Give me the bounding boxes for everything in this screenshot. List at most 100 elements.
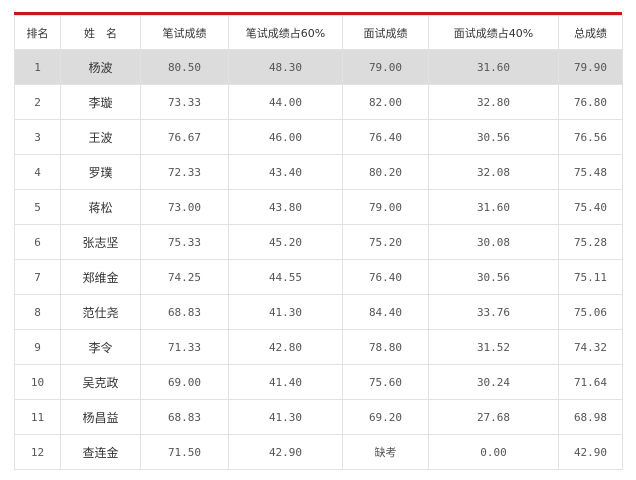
written-60-cell: 48.30 (228, 49, 343, 85)
total-score-cell: 75.48 (558, 154, 623, 190)
written-60-cell: 44.00 (228, 84, 343, 120)
header-interview-40: 面试成绩占40% (428, 15, 559, 50)
interview-40-cell: 30.08 (428, 224, 559, 260)
table-header: 排名 姓 名 笔试成绩 笔试成绩占60% 面试成绩 面试成绩占40% 总成绩 (14, 15, 623, 50)
header-written-score: 笔试成绩 (140, 15, 229, 50)
total-score-cell: 75.11 (558, 259, 623, 295)
written-60-cell: 46.00 (228, 119, 343, 155)
interview-score-cell: 76.40 (342, 259, 429, 295)
interview-score-cell: 缺考 (342, 434, 429, 470)
table-row: 4 罗璞 72.33 43.40 80.20 32.08 75.48 (14, 154, 623, 190)
name-cell: 罗璞 (60, 154, 141, 190)
interview-40-cell: 32.08 (428, 154, 559, 190)
name-cell: 王波 (60, 119, 141, 155)
interview-score-cell: 79.00 (342, 189, 429, 225)
interview-40-cell: 33.76 (428, 294, 559, 330)
interview-40-cell: 31.52 (428, 329, 559, 365)
table-row: 3 王波 76.67 46.00 76.40 30.56 76.56 (14, 119, 623, 155)
written-score-cell: 72.33 (140, 154, 229, 190)
written-60-cell: 42.80 (228, 329, 343, 365)
written-score-cell: 69.00 (140, 364, 229, 400)
interview-40-cell: 31.60 (428, 189, 559, 225)
written-score-cell: 68.83 (140, 399, 229, 435)
name-cell: 查连金 (60, 434, 141, 470)
name-cell: 蒋松 (60, 189, 141, 225)
table-row: 1 杨波 80.50 48.30 79.00 31.60 79.90 (14, 49, 623, 85)
interview-score-cell: 69.20 (342, 399, 429, 435)
interview-score-cell: 75.60 (342, 364, 429, 400)
table-row: 9 李令 71.33 42.80 78.80 31.52 74.32 (14, 329, 623, 365)
written-60-cell: 42.90 (228, 434, 343, 470)
interview-score-cell: 78.80 (342, 329, 429, 365)
written-60-cell: 41.40 (228, 364, 343, 400)
name-cell: 范仕尧 (60, 294, 141, 330)
header-written-60: 笔试成绩占60% (228, 15, 343, 50)
total-score-cell: 71.64 (558, 364, 623, 400)
written-score-cell: 68.83 (140, 294, 229, 330)
rank-cell: 1 (14, 49, 61, 85)
total-score-cell: 79.90 (558, 49, 623, 85)
table-row: 8 范仕尧 68.83 41.30 84.40 33.76 75.06 (14, 294, 623, 330)
header-name: 姓 名 (60, 15, 141, 50)
name-cell: 杨昌益 (60, 399, 141, 435)
written-60-cell: 41.30 (228, 294, 343, 330)
interview-40-cell: 31.60 (428, 49, 559, 85)
rank-cell: 2 (14, 84, 61, 120)
written-score-cell: 76.67 (140, 119, 229, 155)
interview-40-cell: 27.68 (428, 399, 559, 435)
table-row: 6 张志坚 75.33 45.20 75.20 30.08 75.28 (14, 224, 623, 260)
rank-cell: 6 (14, 224, 61, 260)
name-cell: 李璇 (60, 84, 141, 120)
table-body: 1 杨波 80.50 48.30 79.00 31.60 79.90 2 李璇 73.33 44.0… (14, 49, 623, 470)
results-table: 排名 姓 名 笔试成绩 笔试成绩占60% 面试成绩 面试成绩占40% 总成绩 1… (14, 15, 623, 470)
table-row: 11 杨昌益 68.83 41.30 69.20 27.68 68.98 (14, 399, 623, 435)
rank-cell: 8 (14, 294, 61, 330)
interview-score-cell: 76.40 (342, 119, 429, 155)
interview-40-cell: 30.56 (428, 259, 559, 295)
written-score-cell: 74.25 (140, 259, 229, 295)
interview-40-cell: 30.56 (428, 119, 559, 155)
interview-score-cell: 82.00 (342, 84, 429, 120)
results-table-container: 排名 姓 名 笔试成绩 笔试成绩占60% 面试成绩 面试成绩占40% 总成绩 1… (14, 12, 623, 470)
interview-score-cell: 75.20 (342, 224, 429, 260)
total-score-cell: 68.98 (558, 399, 623, 435)
total-score-cell: 75.40 (558, 189, 623, 225)
rank-cell: 4 (14, 154, 61, 190)
name-cell: 李令 (60, 329, 141, 365)
header-rank: 排名 (14, 15, 61, 50)
written-60-cell: 45.20 (228, 224, 343, 260)
rank-cell: 5 (14, 189, 61, 225)
table-row: 12 查连金 71.50 42.90 缺考 0.00 42.90 (14, 434, 623, 470)
interview-score-cell: 79.00 (342, 49, 429, 85)
written-score-cell: 71.50 (140, 434, 229, 470)
rank-cell: 9 (14, 329, 61, 365)
written-score-cell: 73.33 (140, 84, 229, 120)
interview-score-cell: 80.20 (342, 154, 429, 190)
interview-40-cell: 0.00 (428, 434, 559, 470)
header-interview-score: 面试成绩 (342, 15, 429, 50)
written-score-cell: 75.33 (140, 224, 229, 260)
table-row: 5 蒋松 73.00 43.80 79.00 31.60 75.40 (14, 189, 623, 225)
interview-score-cell: 84.40 (342, 294, 429, 330)
written-60-cell: 41.30 (228, 399, 343, 435)
table-row: 2 李璇 73.33 44.00 82.00 32.80 76.80 (14, 84, 623, 120)
written-60-cell: 44.55 (228, 259, 343, 295)
name-cell: 郑维金 (60, 259, 141, 295)
name-cell: 杨波 (60, 49, 141, 85)
total-score-cell: 76.80 (558, 84, 623, 120)
rank-cell: 3 (14, 119, 61, 155)
interview-40-cell: 32.80 (428, 84, 559, 120)
total-score-cell: 76.56 (558, 119, 623, 155)
total-score-cell: 75.28 (558, 224, 623, 260)
written-score-cell: 71.33 (140, 329, 229, 365)
name-cell: 吴克政 (60, 364, 141, 400)
total-score-cell: 42.90 (558, 434, 623, 470)
name-cell: 张志坚 (60, 224, 141, 260)
table-row: 7 郑维金 74.25 44.55 76.40 30.56 75.11 (14, 259, 623, 295)
interview-40-cell: 30.24 (428, 364, 559, 400)
rank-cell: 7 (14, 259, 61, 295)
header-total-score: 总成绩 (558, 15, 623, 50)
written-60-cell: 43.40 (228, 154, 343, 190)
rank-cell: 11 (14, 399, 61, 435)
written-score-cell: 73.00 (140, 189, 229, 225)
